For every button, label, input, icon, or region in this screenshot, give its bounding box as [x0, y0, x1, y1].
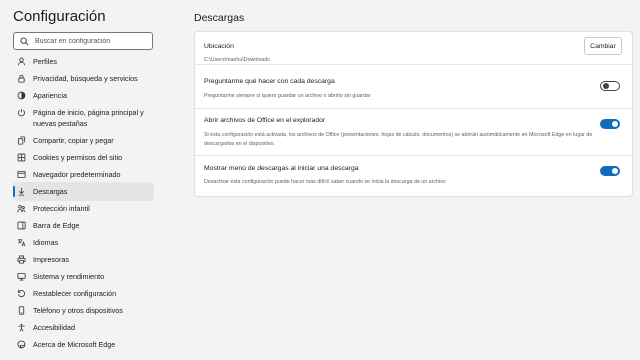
sidebar-item-accesibilidad[interactable]: Accesibilidad: [13, 322, 154, 333]
location-row: Ubicación C:\Users\manhu\Downloads Cambi…: [195, 32, 632, 64]
lock-icon: [17, 74, 26, 83]
sidebar-item-cookies[interactable]: Cookies y permisos del sitio: [13, 152, 154, 163]
sidebar-item-label: Compartir, copiar y pegar: [33, 136, 114, 145]
setting-title: Preguntarme qué hacer con cada descarga: [204, 78, 335, 85]
printer-icon: [17, 255, 26, 264]
download-icon: [17, 187, 26, 196]
sidebar-item-apariencia[interactable]: Apariencia: [13, 90, 154, 101]
sidebar-item-privacidad[interactable]: Privacidad, búsqueda y servicios: [13, 73, 154, 84]
share-icon: [17, 136, 26, 145]
power-icon: [17, 108, 26, 117]
setting-title: Mostrar menú de descargas al iniciar una…: [204, 165, 359, 172]
sidebar-item-telefono[interactable]: Teléfono y otros dispositivos: [13, 305, 154, 316]
sidebar-item-label: Perfiles: [33, 57, 57, 66]
sidebar-item-label: Descargas: [33, 187, 68, 196]
sidebar-item-label: Idiomas: [33, 238, 59, 247]
location-title: Ubicación: [204, 43, 234, 50]
sidebar-item-inicio[interactable]: Página de inicio, página principal y nue…: [13, 107, 154, 129]
sidebar-item-impresoras[interactable]: Impresoras: [13, 254, 154, 265]
setting-description: Preguntarme siempre si quiero guardar un…: [204, 93, 371, 99]
office-files-toggle[interactable]: [600, 119, 620, 129]
system-icon: [17, 272, 26, 281]
ask-each-download-toggle[interactable]: [600, 81, 620, 91]
sidebar-item-label: Teléfono y otros dispositivos: [33, 306, 123, 315]
profile-icon: [17, 57, 26, 66]
setting-row-menu: Mostrar menú de descargas al iniciar una…: [195, 155, 632, 198]
search-input[interactable]: [35, 37, 145, 45]
settings-sidebar: Configuración Perfiles Privacidad, búsqu…: [0, 0, 160, 360]
appearance-icon: [17, 91, 26, 100]
search-icon: [20, 36, 29, 45]
sidebar-nav: Perfiles Privacidad, búsqueda y servicio…: [13, 56, 154, 350]
setting-description: Desactivar esta configuración puede hace…: [204, 179, 446, 185]
sidebar-item-label: Cookies y permisos del sitio: [33, 153, 123, 162]
sidebar-item-label: Página de inicio, página principal y nue…: [33, 108, 144, 128]
family-icon: [17, 204, 26, 213]
downloads-menu-toggle[interactable]: [600, 166, 620, 176]
languages-icon: [17, 238, 26, 247]
downloads-settings-card: Ubicación C:\Users\manhu\Downloads Cambi…: [194, 31, 633, 197]
page-title: Descargas: [194, 12, 245, 24]
setting-row-ask: Preguntarme qué hacer con cada descarga …: [195, 64, 632, 108]
sidebar-item-label: Apariencia: [33, 91, 67, 100]
sidebar-item-label: Acerca de Microsoft Edge: [33, 340, 116, 349]
change-location-button[interactable]: Cambiar: [584, 37, 622, 55]
phone-icon: [17, 306, 26, 315]
sidebar-item-label: Barra de Edge: [33, 221, 80, 230]
sidebar-item-compartir[interactable]: Compartir, copiar y pegar: [13, 135, 154, 146]
setting-row-office: Abrir archivos de Office en el explorado…: [195, 108, 632, 155]
sidebar-item-idiomas[interactable]: Idiomas: [13, 237, 154, 248]
sidebar-title: Configuración: [13, 8, 106, 25]
sidebar-item-proteccion[interactable]: Protección infantil: [13, 203, 154, 214]
sidebar-item-acerca[interactable]: Acerca de Microsoft Edge: [13, 339, 154, 350]
sidebar-item-label: Impresoras: [33, 255, 69, 264]
sidebar-item-label: Accesibilidad: [33, 323, 75, 332]
accessibility-icon: [17, 323, 26, 332]
sidebar-item-barra-edge[interactable]: Barra de Edge: [13, 220, 154, 231]
cookies-icon: [17, 153, 26, 162]
sidebar-item-navegador[interactable]: Navegador predeterminado: [13, 169, 154, 180]
sidebar-item-descargas[interactable]: Descargas: [13, 182, 154, 201]
toggle-knob: [603, 83, 609, 89]
search-box[interactable]: [13, 32, 153, 50]
sidebar-item-sistema[interactable]: Sistema y rendimiento: [13, 271, 154, 282]
sidebar-item-label: Protección infantil: [33, 204, 90, 213]
setting-description: Si esta configuración está activada, los…: [204, 132, 593, 147]
toggle-knob: [612, 168, 618, 174]
browser-icon: [17, 170, 26, 179]
sidebar-item-restablecer[interactable]: Restablecer configuración: [13, 288, 154, 299]
setting-title: Abrir archivos de Office en el explorado…: [204, 117, 326, 124]
sidebar-item-label: Privacidad, búsqueda y servicios: [33, 74, 138, 83]
edge-icon: [17, 340, 26, 349]
toggle-knob: [612, 121, 618, 127]
sidebar-item-label: Sistema y rendimiento: [33, 272, 105, 281]
sidebar-item-label: Navegador predeterminado: [33, 170, 121, 179]
sidebar-item-perfiles[interactable]: Perfiles: [13, 56, 154, 67]
sidebar-icon: [17, 221, 26, 230]
sidebar-item-label: Restablecer configuración: [33, 289, 117, 298]
reset-icon: [17, 289, 26, 298]
